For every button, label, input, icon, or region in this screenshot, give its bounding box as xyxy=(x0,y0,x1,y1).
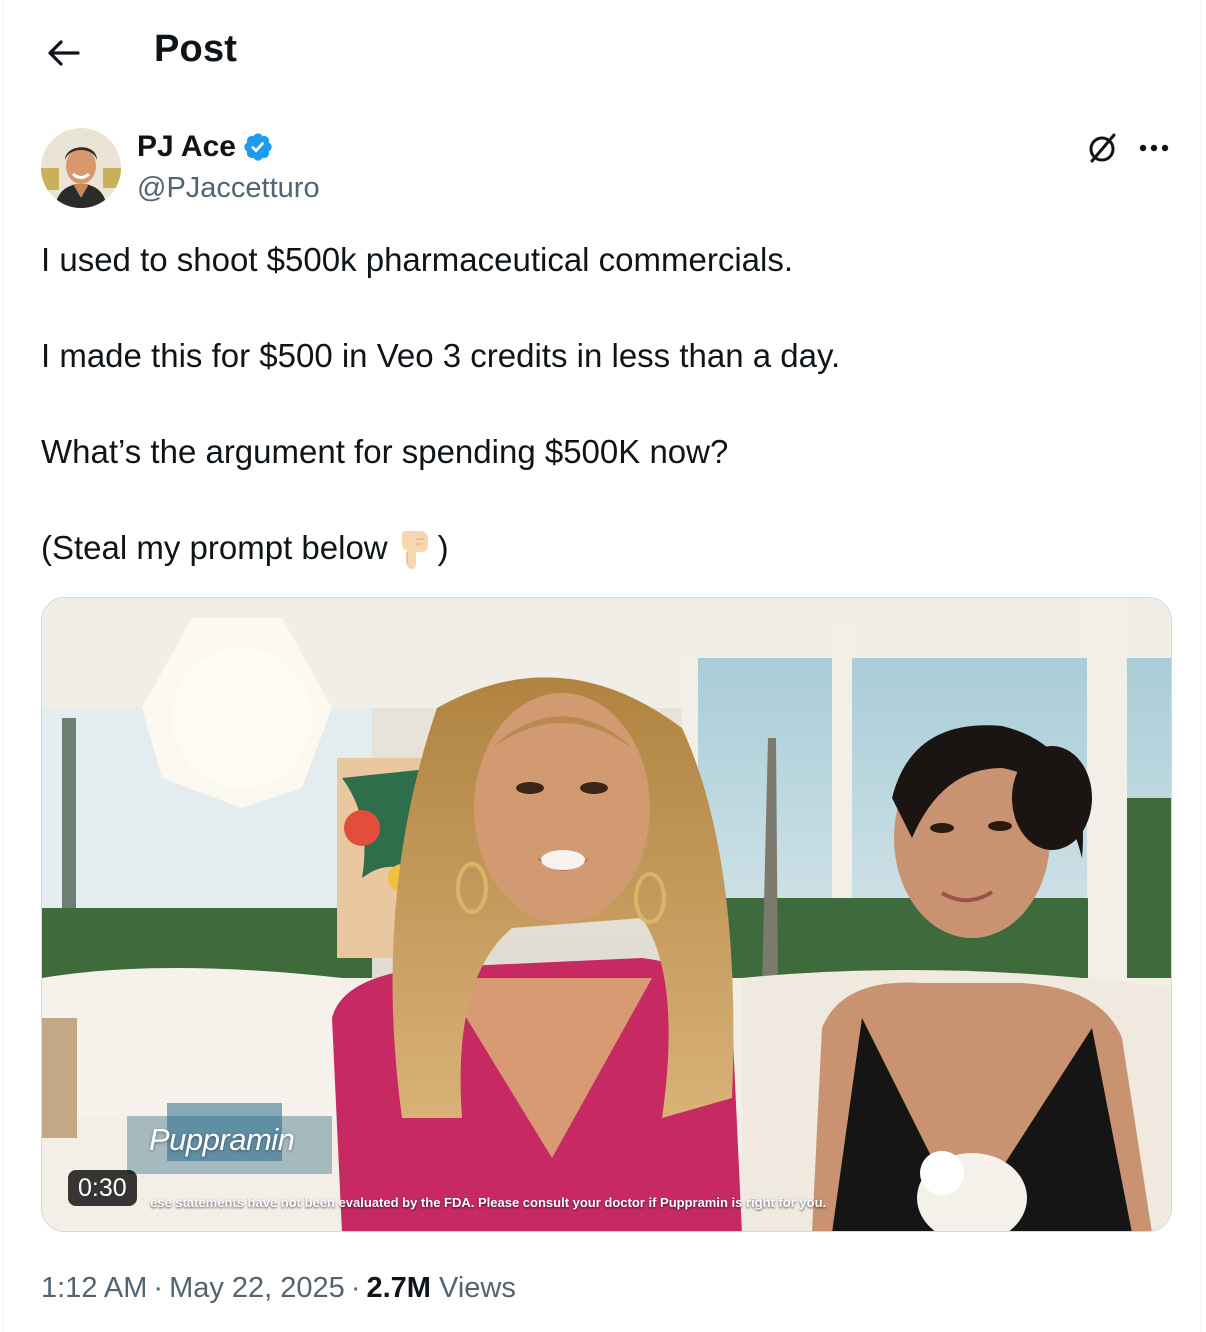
display-name-text: PJ Ace xyxy=(137,130,236,163)
tweet-text: I used to shoot $500k pharmaceutical com… xyxy=(41,238,840,570)
fda-disclaimer-overlay: ese statements have not been evaluated b… xyxy=(150,1195,827,1210)
closing-paren: ) xyxy=(437,529,449,566)
tweet-paragraph: I made this for $500 in Veo 3 credits in… xyxy=(41,337,841,374)
post-frame: Post PJ Ace @PJaccetturo I used to shoot… xyxy=(3,0,1201,1332)
video-duration-badge: 0:30 xyxy=(68,1170,137,1206)
verified-badge-icon[interactable] xyxy=(242,131,274,163)
tweet-paragraph: What’s the argument for spending $500K n… xyxy=(41,433,729,470)
tweet-paragraph-text: (Steal my prompt below xyxy=(41,529,388,566)
arrow-left-icon xyxy=(48,40,80,66)
more-horizontal-icon xyxy=(1139,144,1169,152)
video-player[interactable]: Puppramin ese statements have not been e… xyxy=(41,597,1172,1232)
views-count: 2.7M xyxy=(366,1272,431,1304)
views-label: Views xyxy=(439,1272,516,1304)
back-button[interactable] xyxy=(40,30,86,76)
meta-separator: · xyxy=(350,1272,361,1304)
display-name[interactable]: PJ Ace xyxy=(137,130,274,164)
tweet-paragraph-last: (Steal my prompt below ) xyxy=(41,526,840,570)
page-title: Post xyxy=(154,28,238,70)
meta-separator: · xyxy=(153,1272,164,1304)
post-time[interactable]: 1:12 AM xyxy=(41,1272,147,1304)
product-name-overlay: Puppramin xyxy=(149,1122,295,1157)
tweet-paragraph: I used to shoot $500k pharmaceutical com… xyxy=(41,241,794,278)
post-date[interactable]: May 22, 2025 xyxy=(169,1272,345,1304)
more-options-button[interactable] xyxy=(1134,128,1174,168)
grok-button[interactable] xyxy=(1082,128,1122,168)
pointing-down-emoji-icon xyxy=(401,531,428,570)
avatar[interactable] xyxy=(41,128,121,208)
user-handle[interactable]: @PJaccetturo xyxy=(137,172,320,205)
grok-icon xyxy=(1089,133,1116,163)
post-meta: 1:12 AM · May 22, 2025 · 2.7M Views xyxy=(41,1272,516,1305)
